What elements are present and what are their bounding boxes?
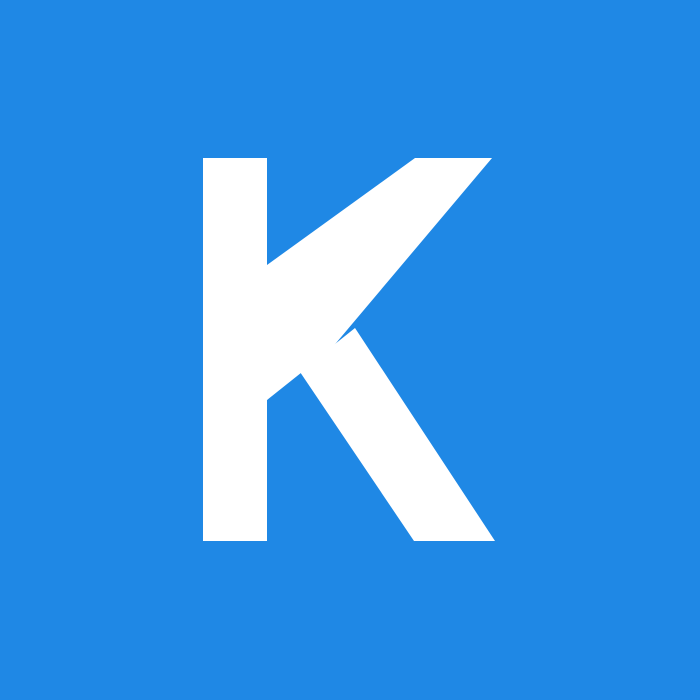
avatar-letter-mark: K [203, 158, 495, 542]
avatar: K [0, 0, 700, 700]
avatar-letter-shape [203, 158, 495, 541]
avatar-initial: K [350, 540, 351, 542]
